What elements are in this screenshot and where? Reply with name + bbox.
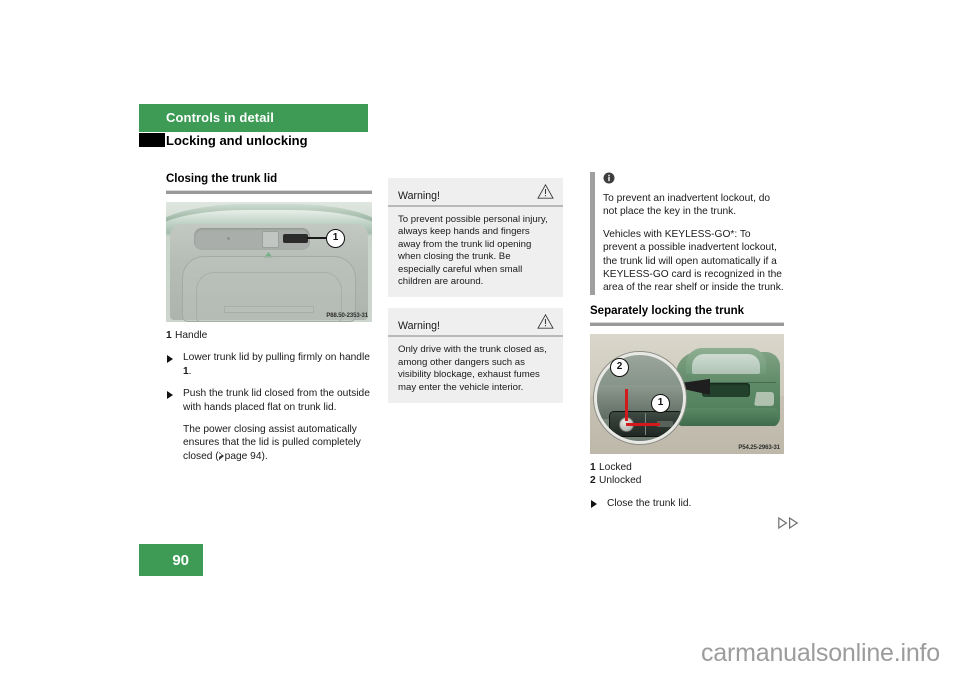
page-reference: page 94 bbox=[224, 450, 262, 462]
callout-marker-vertical bbox=[625, 388, 628, 421]
warning-text: To prevent possible personal injury, alw… bbox=[398, 214, 548, 288]
section-marker-block bbox=[139, 133, 165, 147]
note-paragraph-1: To prevent an inadvertent lockout, do no… bbox=[603, 193, 771, 218]
legend-item-2: 2 Unlocked bbox=[590, 474, 784, 487]
legend-text: Handle bbox=[175, 330, 208, 341]
note-side-bar bbox=[590, 172, 595, 295]
paragraph-text-after: ). bbox=[261, 450, 268, 462]
chapter-title: Controls in detail bbox=[166, 110, 274, 125]
bullet-triangle-icon bbox=[591, 500, 597, 509]
warning-box-1: Warning! To prevent possible personal in… bbox=[388, 178, 563, 298]
instruction-text: Lower trunk lid by pulling firmly on han… bbox=[183, 352, 370, 364]
note-paragraph-2: Vehicles with KEYLESS-GO*: To prevent a … bbox=[603, 228, 784, 294]
legend-item-1: 1 Locked bbox=[590, 461, 784, 474]
handle-plate bbox=[262, 231, 279, 248]
magnifier-circle bbox=[594, 351, 686, 444]
legend-number: 1 bbox=[166, 330, 172, 341]
chapter-header-band: Controls in detail bbox=[139, 104, 368, 132]
legend-text: Unlocked bbox=[599, 475, 642, 487]
middle-column: Warning! To prevent possible personal in… bbox=[388, 178, 563, 414]
left-column: Closing the trunk lid 1 P88.50-2353-31 1… bbox=[166, 172, 372, 463]
site-watermark: carmanualsonline.info bbox=[700, 639, 940, 667]
figure-callout-1: 1 bbox=[326, 229, 345, 248]
figure-code: P54.25-2963-31 bbox=[738, 444, 780, 451]
bullet-triangle-icon bbox=[167, 354, 173, 363]
warning-label: Warning! bbox=[398, 190, 440, 202]
right-section-heading: Separately locking the trunk bbox=[590, 304, 745, 317]
warning-text: Only drive with the trunk closed as, amo… bbox=[398, 344, 547, 393]
bullet-triangle-icon bbox=[167, 390, 173, 399]
warning-label: Warning! bbox=[398, 320, 440, 333]
figure-callout-1: 1 bbox=[651, 393, 670, 413]
instruction-text: Push the trunk lid closed from the outsi… bbox=[183, 388, 370, 413]
paragraph-text-before: The power closing assist automatically e… bbox=[183, 424, 361, 462]
right-column: To prevent an inadvertent lockout, do no… bbox=[590, 172, 784, 510]
power-closing-paragraph: The power closing assist automatically e… bbox=[166, 423, 372, 463]
instruction-bullet-1: Close the trunk lid. bbox=[590, 497, 784, 510]
page-reference-triangle-icon bbox=[218, 451, 224, 460]
warning-triangle-icon bbox=[537, 314, 554, 330]
right-heading-rule bbox=[590, 321, 784, 326]
separate-trunk-lock-figure: 2 1 P54.25-2963-31 bbox=[590, 333, 784, 454]
rear-window-inner-outline bbox=[196, 272, 342, 322]
warning-box-2: Warning! Only drive with the trunk close… bbox=[388, 308, 563, 404]
legend-number: 1 bbox=[590, 461, 596, 473]
legend-text: Locked bbox=[599, 461, 632, 473]
legend-item-1: 1 Handle bbox=[166, 329, 372, 342]
manual-page: Controls in detail Locking and unlocking… bbox=[0, 0, 960, 678]
trunk-crossbar bbox=[224, 306, 314, 313]
left-heading-rule bbox=[166, 190, 372, 194]
section-title: Locking and unlocking bbox=[166, 133, 308, 148]
taillight bbox=[754, 391, 774, 406]
instruction-text: Close the trunk lid. bbox=[607, 497, 692, 509]
legend-number: 2 bbox=[590, 475, 596, 487]
instruction-bullet-2: Push the trunk lid closed from the outsi… bbox=[166, 387, 372, 414]
rear-bumper bbox=[678, 407, 778, 426]
rear-windshield bbox=[692, 353, 760, 374]
info-icon bbox=[603, 172, 615, 184]
double-arrow-continuation-icon bbox=[778, 517, 799, 529]
warning-header: Warning! bbox=[388, 308, 563, 338]
note-box: To prevent an inadvertent lockout, do no… bbox=[590, 172, 784, 295]
instruction-text-tail: . bbox=[188, 365, 192, 377]
trunk-lid-interior-figure: 1 P88.50-2353-31 bbox=[166, 202, 372, 322]
page-number-box: 90 bbox=[139, 544, 203, 576]
figure-callout-2: 2 bbox=[610, 357, 629, 377]
instruction-bullet-1: Lower trunk lid by pulling firmly on han… bbox=[166, 351, 372, 378]
trunk-handle bbox=[283, 234, 308, 243]
page-number: 90 bbox=[172, 552, 189, 569]
panel-screw bbox=[227, 237, 230, 240]
left-section-heading: Closing the trunk lid bbox=[166, 173, 278, 185]
figure-code: P88.50-2353-31 bbox=[326, 313, 368, 319]
warning-header: Warning! bbox=[388, 178, 563, 207]
callout-marker-horizontal bbox=[626, 422, 660, 426]
warning-triangle-icon bbox=[537, 184, 554, 199]
